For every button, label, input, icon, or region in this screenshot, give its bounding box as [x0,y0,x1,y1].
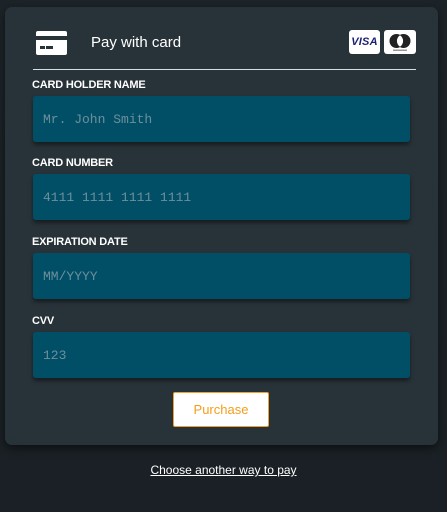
payment-card: Pay with card VISA [5,7,438,445]
purchase-button[interactable]: Purchase [173,392,269,427]
cvv-input[interactable] [33,332,410,378]
card-header-title: Pay with card [91,34,182,51]
cvv-label: CVV [32,315,55,327]
card-number-input[interactable] [33,174,410,220]
credit-card-icon [36,31,67,55]
other-payment-wrapper: Choose another way to pay [0,461,447,479]
card-holder-input[interactable] [33,96,410,142]
mastercard-logo-icon [384,30,416,54]
visa-logo-icon: VISA [349,30,380,54]
card-holder-label: CARD HOLDER NAME [32,79,146,91]
expiration-date-label: EXPIRATION DATE [32,236,128,248]
card-number-label: CARD NUMBER [32,157,113,169]
choose-another-way-link[interactable]: Choose another way to pay [150,463,296,477]
expiration-date-input[interactable] [33,253,410,299]
visa-logo-text: VISA [351,36,378,48]
card-header: Pay with card VISA [33,21,416,70]
